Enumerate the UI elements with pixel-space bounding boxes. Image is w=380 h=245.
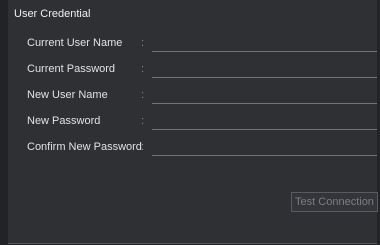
current-user-name-label: Current User Name (27, 37, 123, 49)
confirm-new-password-label: Confirm New Password (27, 141, 142, 153)
colon-separator: : (141, 37, 145, 49)
new-password-row: New Password : (8, 113, 377, 133)
user-credential-panel: User Credential Current User Name : Curr… (8, 0, 378, 244)
current-password-row: Current Password : (8, 61, 377, 81)
current-user-name-field[interactable] (152, 35, 377, 52)
colon-separator: : (141, 63, 145, 75)
current-user-name-row: Current User Name : (8, 35, 377, 55)
current-password-field[interactable] (152, 61, 377, 78)
colon-separator: : (141, 115, 145, 127)
new-password-label: New Password (27, 115, 101, 127)
new-password-field[interactable] (152, 113, 377, 130)
new-user-name-row: New User Name : (8, 87, 377, 107)
test-connection-button[interactable]: Test Connection (291, 192, 378, 212)
confirm-new-password-row: Confirm New Password : (8, 139, 377, 159)
current-password-label: Current Password (27, 63, 116, 75)
section-title: User Credential (14, 8, 91, 20)
confirm-new-password-field[interactable] (152, 139, 377, 156)
colon-separator: : (141, 89, 145, 101)
new-user-name-label: New User Name (27, 89, 108, 101)
colon-separator: : (141, 141, 145, 153)
new-user-name-field[interactable] (152, 87, 377, 104)
